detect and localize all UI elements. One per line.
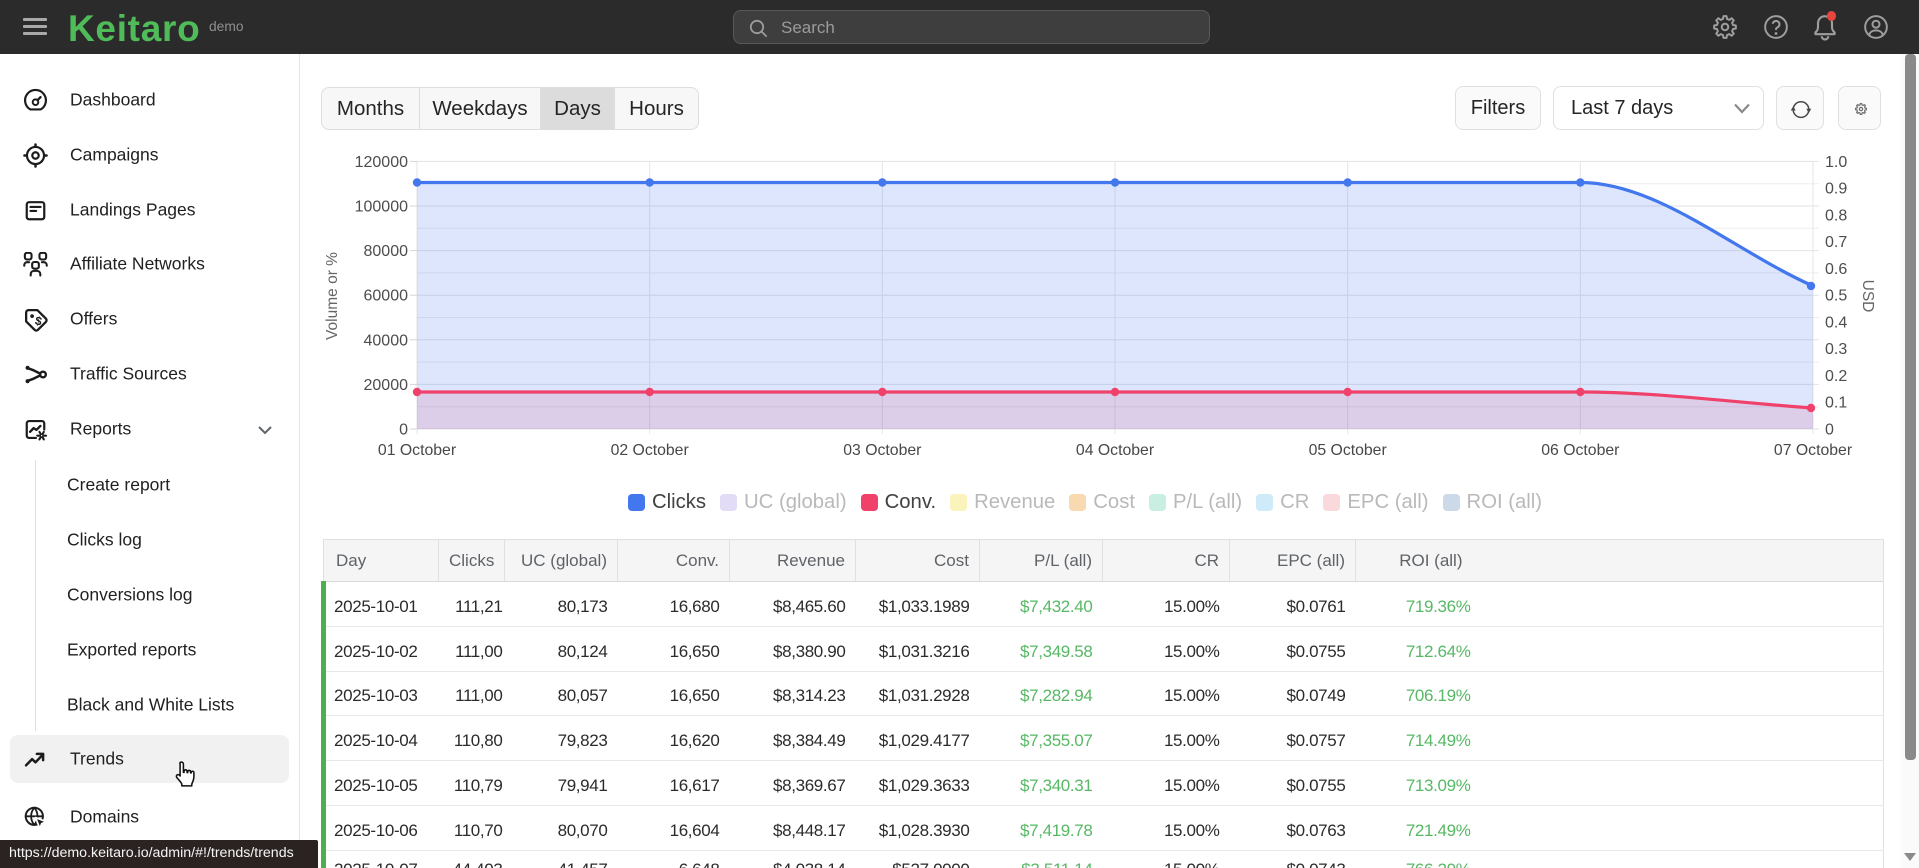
svg-text:1.0: 1.0 (1825, 154, 1847, 171)
svg-text:0.9: 0.9 (1825, 181, 1847, 198)
svg-text:0.4: 0.4 (1825, 314, 1847, 331)
svg-text:05 October: 05 October (1309, 442, 1387, 459)
svg-text:80000: 80000 (364, 243, 409, 260)
svg-text:USD: USD (1859, 280, 1876, 313)
svg-text:0.6: 0.6 (1825, 261, 1847, 278)
svg-text:100000: 100000 (355, 199, 408, 216)
svg-text:0.3: 0.3 (1825, 341, 1847, 358)
svg-text:0: 0 (399, 422, 408, 439)
svg-text:01 October: 01 October (378, 442, 456, 459)
svg-text:40000: 40000 (364, 332, 409, 349)
svg-text:20000: 20000 (364, 377, 409, 394)
svg-text:02 October: 02 October (611, 442, 689, 459)
svg-text:03 October: 03 October (843, 442, 921, 459)
svg-text:0.8: 0.8 (1825, 207, 1847, 224)
svg-text:0.2: 0.2 (1825, 368, 1847, 385)
svg-text:0.1: 0.1 (1825, 395, 1847, 412)
svg-text:0.7: 0.7 (1825, 234, 1847, 251)
svg-text:120000: 120000 (355, 154, 408, 171)
svg-text:04 October: 04 October (1076, 442, 1154, 459)
svg-text:06 October: 06 October (1541, 442, 1619, 459)
svg-text:07 October: 07 October (1774, 442, 1852, 459)
svg-text:Volume or %: Volume or % (324, 252, 341, 340)
svg-text:0: 0 (1825, 422, 1834, 439)
svg-text:0.5: 0.5 (1825, 288, 1847, 305)
svg-text:60000: 60000 (364, 288, 409, 305)
